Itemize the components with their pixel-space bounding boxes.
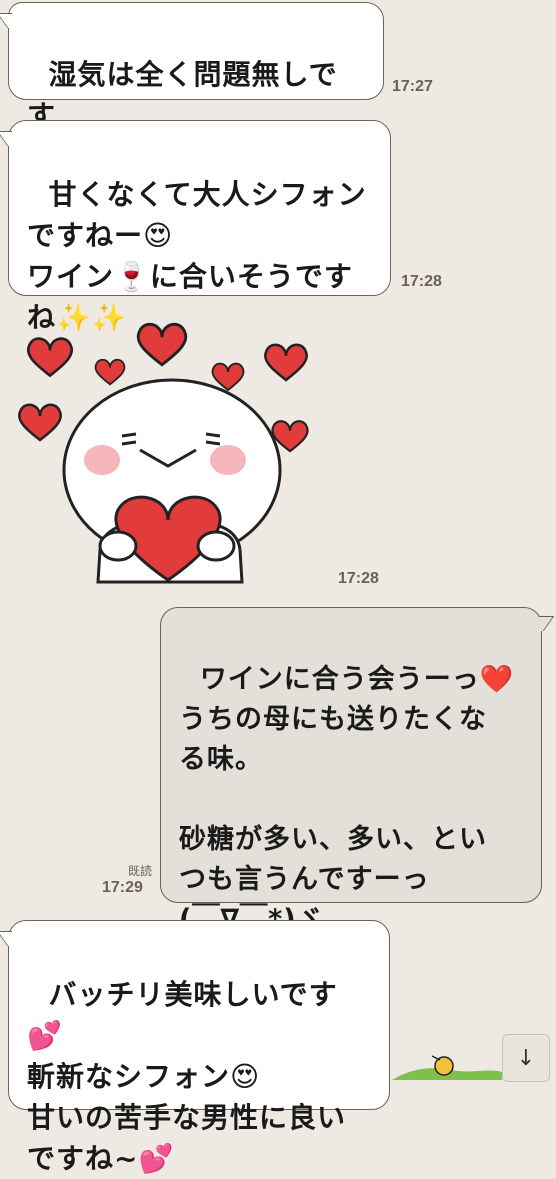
arrow-down-icon: ↓ [516, 1045, 536, 1071]
message-bubble-incoming-1[interactable]: 湿気は全く問題無しです 😆🎵🎵 [8, 2, 384, 173]
message-text: 甘くなくて大人シフォン ですねー😍 ワイン🍷に合いそうです ね✨✨ [27, 178, 367, 334]
sticker-image [18, 322, 309, 584]
decorative-character-icon [392, 1048, 502, 1080]
message-timestamp: 17:27 [392, 78, 433, 95]
heart-icon [211, 362, 245, 391]
message-timestamp: 17:28 [338, 570, 379, 587]
scroll-to-bottom-button[interactable]: ↓ [502, 1034, 550, 1082]
read-receipt: 既読 [128, 864, 153, 878]
heart-icon [94, 358, 126, 386]
message-bubble-incoming-2[interactable]: 甘くなくて大人シフォン ですねー😍 ワイン🍷に合いそうです ね✨✨ [8, 120, 391, 334]
heart-hug-sticker[interactable] [10, 320, 320, 590]
message-text: ワインに合う会うーっ❤️ うちの母にも送りたくな る味。 砂糖が多い、多い、とい… [179, 664, 515, 935]
heart-icon [18, 403, 62, 442]
message-timestamp: 17:28 [401, 273, 442, 290]
heart-icon [136, 322, 188, 367]
message-bubble-incoming-3[interactable]: バッチリ美味しいです💕 斬新なシフォン😍 甘いの苦手な男性に良い ですね~💕 [8, 920, 390, 1175]
heart-icon [26, 337, 74, 377]
heart-icon [264, 343, 308, 382]
message-timestamp: 17:29 [102, 879, 143, 896]
message-text: バッチリ美味しいです💕 斬新なシフォン😍 甘いの苦手な男性に良い ですね~💕 [27, 978, 347, 1175]
message-bubble-outgoing-1[interactable]: ワインに合う会うーっ❤️ うちの母にも送りたくな る味。 砂糖が多い、多い、とい… [160, 607, 542, 935]
